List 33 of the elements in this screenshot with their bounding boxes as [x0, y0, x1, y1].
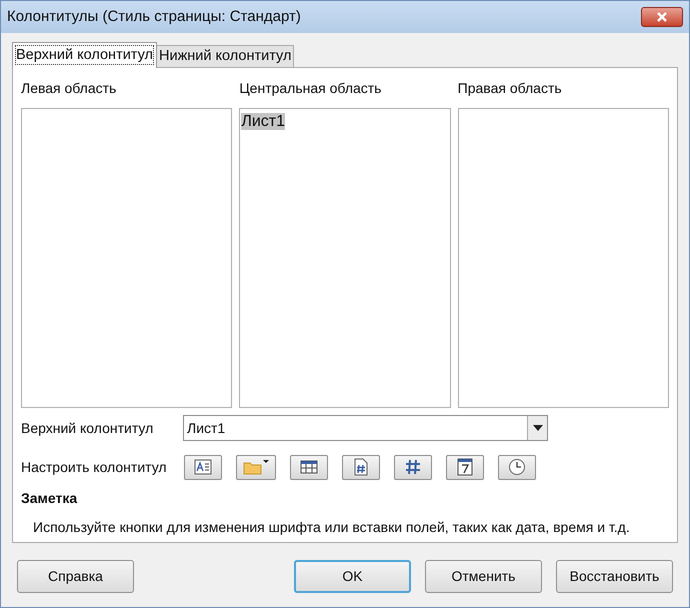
dialog-button[interactable]: Отменить [425, 560, 542, 593]
tab[interactable]: Нижний колонтитул [157, 45, 294, 67]
tool-button[interactable] [342, 454, 380, 480]
dialog-button[interactable]: OK [294, 560, 411, 593]
area-label: Левая область [21, 79, 118, 98]
tool-button[interactable] [394, 454, 432, 480]
note-title: Заметка [21, 489, 78, 508]
window-title: Колонтитулы (Стиль страницы: Стандарт) [7, 6, 301, 27]
table-icon [300, 460, 318, 474]
header-label: Верхний колонтитул [21, 418, 154, 438]
area-label: Центральная область [239, 79, 382, 98]
note-text: Используйте кнопки для изменения шрифта или вставки полей, таких как дата, время и т.д. [32, 518, 631, 537]
area-editor[interactable]: Лист1 [239, 108, 451, 408]
tool-button[interactable] [290, 454, 328, 480]
customize-label: Настроить колонтитул [21, 458, 168, 477]
text-format-icon [194, 459, 212, 475]
header-dropdown[interactable]: Лист1 [183, 415, 548, 441]
close-button[interactable] [641, 7, 683, 27]
hash-icon [404, 458, 422, 476]
folder-icon [243, 459, 269, 475]
tab[interactable]: Верхний колонтитул [12, 42, 158, 68]
area-label: Правая область [458, 79, 563, 98]
calendar-icon [457, 458, 473, 476]
tool-button[interactable] [446, 454, 484, 480]
clock-icon [508, 458, 526, 476]
editor-text: Лист1 [241, 113, 285, 130]
tool-button[interactable] [498, 454, 536, 480]
close-icon [656, 12, 668, 22]
tool-button[interactable] [184, 454, 222, 480]
tool-button[interactable] [236, 454, 276, 480]
page-number-icon [354, 458, 368, 476]
dialog-button[interactable]: Справка [17, 560, 134, 593]
dialog-button[interactable]: Восстановить [556, 560, 673, 593]
